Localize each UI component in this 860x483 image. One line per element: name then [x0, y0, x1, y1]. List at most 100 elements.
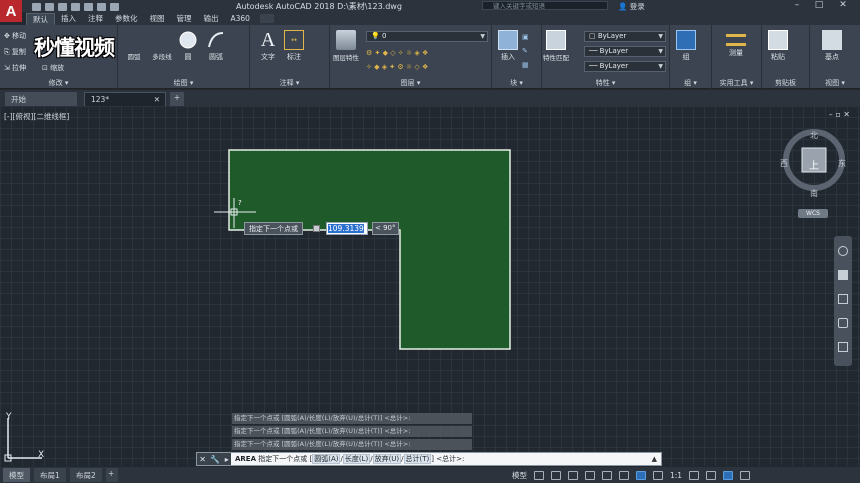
tab-start[interactable]: 开始 [5, 92, 77, 106]
customize-status-icon[interactable] [740, 470, 751, 480]
open-icon[interactable] [45, 2, 54, 11]
new-tab-button[interactable]: + [170, 92, 184, 106]
text-button[interactable]: A 文字 [254, 30, 282, 62]
block-attr-icon[interactable]: ▦ [522, 61, 529, 69]
option-total[interactable]: 总计(T) [403, 454, 432, 464]
annotation-scale[interactable]: 1:1 [670, 471, 682, 480]
app-menu-button[interactable]: A [0, 0, 22, 22]
pan-icon[interactable] [838, 270, 848, 280]
length-input[interactable]: 109.3139 [326, 222, 368, 235]
ribbon-toggle[interactable] [259, 14, 274, 23]
insert-button[interactable]: 插入 [494, 30, 522, 62]
circle-button[interactable]: 圆 [174, 30, 202, 62]
add-layout-button[interactable]: + [106, 468, 118, 482]
zoom-icon[interactable] [838, 294, 848, 304]
compass-east[interactable]: 东 [838, 158, 846, 169]
block-panel-label[interactable]: 块 ▾ [492, 78, 541, 88]
print-icon[interactable] [84, 2, 93, 11]
create-block-icon[interactable]: ▣ [522, 33, 529, 41]
match-properties-button[interactable]: 特性匹配 [542, 30, 570, 62]
steering-wheel-icon[interactable] [838, 246, 848, 256]
tab-drawing[interactable]: 123* ✕ [84, 92, 166, 106]
layers-panel-label[interactable]: 图层 ▾ [330, 78, 491, 88]
snap-icon[interactable] [551, 470, 561, 480]
measure-button[interactable]: 测量 [722, 30, 750, 58]
lock-icon[interactable] [313, 225, 320, 232]
paste-button[interactable]: 粘贴 [764, 30, 792, 62]
orbit-icon[interactable] [838, 318, 848, 328]
utilities-panel-label[interactable]: 实用工具 ▾ [712, 78, 761, 88]
tab-view[interactable]: 视图 [144, 13, 171, 25]
navigation-bar[interactable] [834, 236, 852, 366]
wcs-menu[interactable]: WCS [798, 209, 828, 218]
angle-input[interactable]: < 90° [372, 222, 399, 235]
group-button[interactable]: 组 [672, 30, 700, 62]
close-command-icon[interactable]: ✕ [199, 455, 206, 464]
draw-panel-label[interactable]: 绘图 ▾ [118, 78, 249, 88]
osnap-icon[interactable] [602, 470, 612, 480]
redo-icon[interactable] [110, 2, 119, 11]
tab-insert[interactable]: 插入 [55, 13, 82, 25]
maximize-button[interactable]: □ [812, 1, 826, 11]
clipboard-panel-label[interactable]: 剪贴板 [762, 78, 809, 88]
base-point-button[interactable]: 基点 [818, 30, 846, 62]
dimension-button[interactable]: ↔ 标注 [280, 30, 308, 62]
tab-annotate[interactable]: 注释 [82, 13, 109, 25]
undo-icon[interactable] [97, 2, 106, 11]
close-button[interactable]: ✕ [836, 1, 850, 11]
properties-panel-label[interactable]: 特性 ▾ [542, 78, 669, 88]
dynamic-input-icon[interactable] [636, 470, 646, 480]
save-icon[interactable] [58, 2, 67, 11]
grid-icon[interactable] [534, 470, 544, 480]
minimize-button[interactable]: – [790, 1, 804, 11]
tab-layout2[interactable]: 布局2 [70, 468, 102, 482]
scale-button[interactable]: ⊡ 缩放 [42, 63, 64, 73]
tab-default[interactable]: 默认 [26, 12, 55, 25]
layer-tools-row-2[interactable]: ✧ ◆ ◈ ✦ ⚙ ☼ ◇ ❖ [366, 63, 428, 71]
model-space-label[interactable]: 模型 [512, 470, 527, 481]
tab-output[interactable]: 输出 [198, 13, 225, 25]
option-length[interactable]: 长度(L) [342, 454, 371, 464]
save-as-icon[interactable] [71, 2, 80, 11]
viewcube-face-top[interactable]: 上 [809, 157, 819, 172]
tab-a360[interactable]: A360 [225, 13, 256, 25]
compass-west[interactable]: 西 [780, 158, 788, 169]
compass-north[interactable]: 北 [810, 130, 818, 141]
recent-commands-icon[interactable]: ▸ [225, 455, 229, 464]
modify-panel-label[interactable]: 修改 ▾ [0, 78, 117, 88]
tab-model[interactable]: 模型 [3, 468, 30, 482]
linetype-dropdown[interactable]: ── ByLayer ▼ [584, 46, 666, 57]
drawing-canvas[interactable]: [-][俯视][二维线框] – ▫ ✕ ? 指定下一个点或 109.3139 <… [0, 106, 860, 466]
isolate-objects-icon[interactable] [723, 470, 734, 480]
compass-south[interactable]: 南 [810, 188, 818, 199]
arc-tool-button[interactable]: 圆弧 [120, 51, 148, 61]
layer-tools-row-1[interactable]: ⚙ ✦ ◆ ◇ ✧ ☼ ◈ ❖ [366, 49, 428, 57]
layer-properties-button[interactable]: 图层特性 [332, 30, 360, 62]
tab-layout1[interactable]: 布局1 [34, 468, 66, 482]
view-panel-label[interactable]: 视图 ▾ [810, 78, 860, 88]
search-input[interactable]: 键入关键字或短语 [482, 1, 608, 10]
plus-icon[interactable] [706, 470, 717, 480]
groups-panel-label[interactable]: 组 ▾ [670, 78, 711, 88]
command-line[interactable]: ✕ 🔧 ▸ AREA 指定下一个点或 [圆弧(A) / 长度(L) / 放弃(U) / 总计… [196, 452, 662, 466]
lineweight-dropdown[interactable]: ── ByLayer ▼ [584, 61, 666, 72]
login-button[interactable]: 👤 登录 [618, 1, 645, 12]
lineweight-icon[interactable] [619, 470, 629, 480]
annotation-visibility-icon[interactable] [653, 470, 663, 480]
polyline-button[interactable]: 多段线 [148, 51, 176, 61]
edit-block-icon[interactable]: ✎ [522, 47, 528, 55]
option-undo[interactable]: 放弃(U) [372, 454, 402, 464]
move-button[interactable]: ✥ 移动 [4, 31, 26, 41]
showmotion-icon[interactable] [838, 342, 848, 352]
copy-button[interactable]: ⎘ 复制 [4, 47, 26, 57]
tab-manage[interactable]: 管理 [171, 13, 198, 25]
close-tab-icon[interactable]: ✕ [154, 95, 160, 104]
polar-icon[interactable] [585, 470, 595, 480]
color-dropdown[interactable]: ▢ ByLayer ▼ [584, 31, 666, 42]
stretch-button[interactable]: ⇲ 拉伸 [4, 63, 26, 73]
workspace-gear-icon[interactable] [689, 470, 700, 480]
customize-icon[interactable]: 🔧 [210, 455, 220, 464]
option-arc[interactable]: 圆弧(A) [312, 454, 341, 464]
annotation-panel-label[interactable]: 注释 ▾ [250, 78, 329, 88]
command-history-toggle-icon[interactable]: ▲ [652, 455, 657, 463]
